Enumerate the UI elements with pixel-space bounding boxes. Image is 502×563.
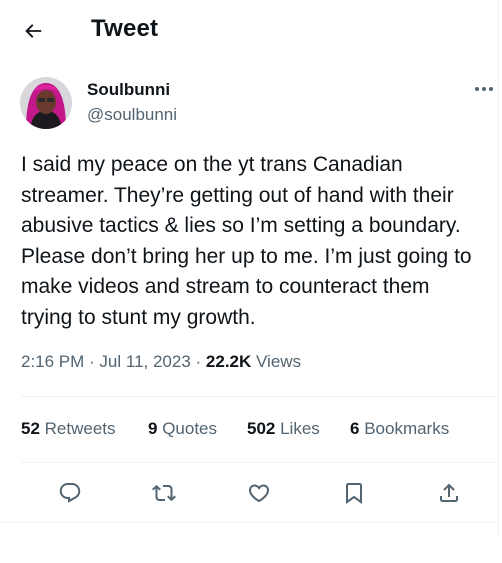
divider	[21, 396, 499, 397]
back-button[interactable]	[18, 16, 48, 46]
retweets-label: Retweets	[39, 419, 116, 438]
ellipsis-icon	[475, 87, 493, 91]
share-icon	[440, 483, 458, 502]
bookmark-icon	[346, 483, 362, 504]
author-name[interactable]: Soulbunni	[87, 80, 170, 100]
author-handle[interactable]: @soulbunni	[87, 105, 177, 125]
share-button[interactable]	[434, 478, 464, 508]
divider	[0, 522, 499, 523]
meta-separator: ·	[190, 352, 206, 371]
views-label: Views	[251, 352, 302, 371]
tweet-detail-panel: Tweet Soulbunni @soulbunni I said my pea…	[0, 0, 499, 536]
likes-label: Likes	[275, 419, 320, 438]
retweets-count: 52	[21, 419, 40, 438]
tweet-text: I said my peace on the yt trans Canadian…	[21, 150, 496, 333]
tweet-time[interactable]: 2:16 PM	[21, 352, 84, 371]
reply-button[interactable]	[55, 478, 85, 508]
heart-icon	[248, 484, 270, 503]
tweet-line: trying to stunt my growth.	[21, 305, 256, 329]
retweet-button[interactable]	[149, 478, 179, 508]
arrow-left-icon	[25, 24, 42, 38]
more-button[interactable]	[470, 78, 498, 100]
quotes-label: Quotes	[157, 419, 218, 438]
reply-icon	[59, 483, 81, 503]
avatar[interactable]	[20, 77, 72, 129]
divider	[21, 462, 499, 463]
quotes-stat[interactable]: 9 Quotes	[148, 419, 217, 439]
retweet-icon	[152, 484, 176, 502]
views-count: 22.2K	[205, 352, 252, 371]
tweet-line: Please don’t bring her up to me. I’m jus…	[21, 244, 472, 268]
tweet-line: abusive tactics & lies so I’m setting a …	[21, 214, 461, 237]
like-button[interactable]	[244, 478, 274, 508]
bookmarks-stat[interactable]: 6 Bookmarks	[350, 419, 449, 439]
header: Tweet	[0, 0, 499, 60]
likes-stat[interactable]: 502 Likes	[247, 419, 320, 439]
tweet-meta: 2:16 PM · Jul 11, 2023 · 22.2K Views	[21, 352, 301, 372]
tweet-date[interactable]: Jul 11, 2023	[99, 352, 190, 371]
page-title: Tweet	[91, 15, 159, 42]
tweet-line: streamer. They’re getting out of hand wi…	[21, 183, 454, 207]
tweet-line: make videos and stream to counteract the…	[21, 275, 430, 298]
bookmark-button[interactable]	[339, 478, 369, 508]
avatar-image	[20, 77, 72, 129]
bookmarks-label: Bookmarks	[359, 419, 450, 438]
meta-separator: ·	[84, 352, 100, 371]
retweets-stat[interactable]: 52 Retweets	[21, 419, 116, 439]
tweet-line: I said my peace on the yt trans Canadian	[21, 153, 403, 176]
likes-count: 502	[247, 419, 276, 438]
